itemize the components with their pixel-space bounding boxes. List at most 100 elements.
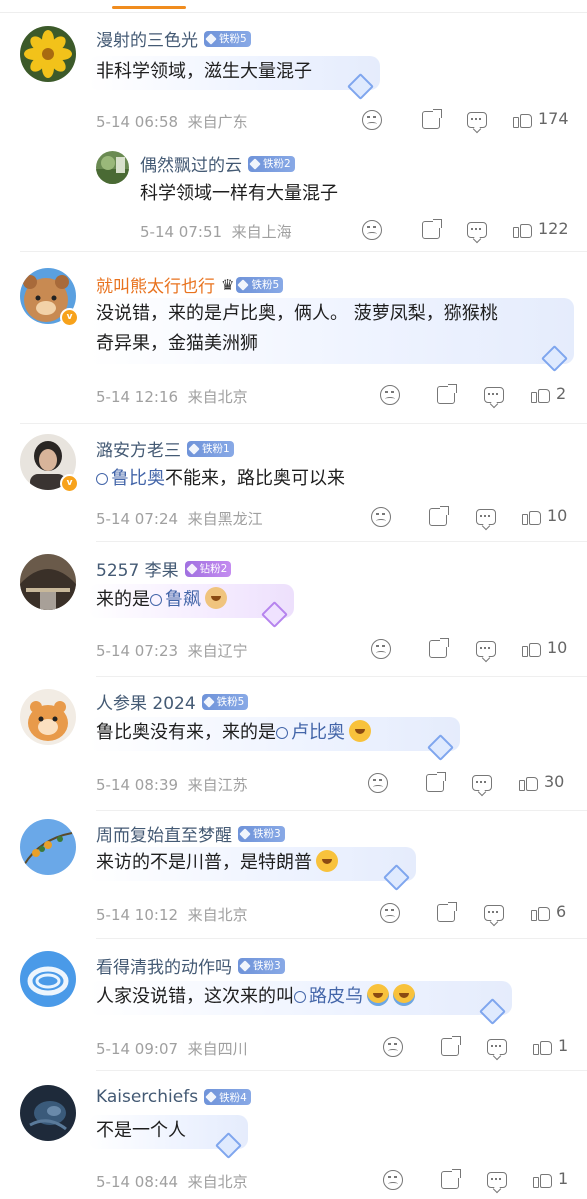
like-count: 1	[558, 1036, 569, 1055]
crown-icon: ♛	[221, 275, 235, 294]
sad-face-icon	[362, 110, 382, 130]
share-button[interactable]	[441, 1036, 461, 1056]
share-icon	[422, 109, 442, 129]
diamond-icon	[383, 864, 410, 891]
like-count: 30	[544, 772, 565, 791]
username[interactable]: 周而复始直至梦醒 铁粉3	[96, 821, 285, 846]
dislike-button[interactable]	[371, 507, 391, 527]
avatar[interactable]	[20, 689, 76, 745]
sad-face-icon	[362, 220, 382, 240]
comment-text: 来访的不是川普，是特朗普	[96, 850, 338, 876]
username[interactable]: 潞安方老三 铁粉1	[96, 436, 234, 461]
dislike-button[interactable]	[368, 773, 388, 793]
comment-icon	[472, 775, 492, 791]
share-button[interactable]	[437, 902, 457, 922]
share-button[interactable]	[429, 638, 449, 658]
comment-button[interactable]	[487, 1172, 507, 1188]
share-button[interactable]	[426, 772, 446, 792]
like-button[interactable]: 122	[513, 219, 569, 238]
comment-button[interactable]	[467, 112, 487, 128]
share-button[interactable]	[429, 506, 449, 526]
search-icon	[294, 991, 306, 1003]
comment-button[interactable]	[467, 222, 487, 238]
username[interactable]: 漫射的三色光 铁粉5	[96, 26, 251, 51]
sad-face-icon	[383, 1170, 403, 1190]
sad-face-icon	[368, 773, 388, 793]
comment-button[interactable]	[484, 387, 504, 403]
comment-text: 不是一个人	[96, 1120, 186, 1141]
share-button[interactable]	[437, 384, 457, 404]
comment-meta: 5-14 08:39 来自江苏	[96, 776, 248, 794]
username[interactable]: Kaiserchiefs 铁粉4	[96, 1087, 251, 1107]
comment-item: v 就叫熊太行也行 ♛ 铁粉5 没说错，来的是卢比奥，俩人。 菠萝凤梨，猕猴桃 奇异…	[0, 252, 587, 424]
gem-icon	[205, 32, 217, 45]
avatar[interactable]	[20, 951, 76, 1007]
topic-link[interactable]: 卢比奥	[276, 722, 345, 743]
comment-icon	[487, 1172, 507, 1188]
like-button[interactable]: 30	[519, 772, 564, 791]
666-emoji-icon	[349, 720, 371, 742]
topic-link[interactable]: 鲁飙	[150, 589, 201, 610]
share-button[interactable]	[441, 1169, 461, 1189]
avatar[interactable]	[96, 151, 129, 184]
diamond-icon	[427, 734, 454, 761]
dislike-button[interactable]	[362, 220, 382, 240]
thumbs-up-icon	[522, 639, 541, 657]
diamond-icon	[347, 73, 374, 100]
comment-item: Kaiserchiefs 铁粉4 不是一个人 5-14 08:44 来自北京 1	[0, 1071, 587, 1199]
dislike-button[interactable]	[362, 110, 382, 130]
avatar[interactable]	[20, 26, 76, 82]
like-button[interactable]: 174	[513, 109, 569, 128]
avatar[interactable]	[20, 1085, 76, 1141]
fan-badge: 铁粉4	[204, 1089, 251, 1105]
dislike-button[interactable]	[380, 903, 400, 923]
comment-text: 鲁比奥没有来，来的是 卢比奥	[96, 720, 371, 746]
comment-text: 人家没说错，这次来的叫 路皮乌	[96, 984, 415, 1010]
comment-button[interactable]	[476, 641, 496, 657]
like-button[interactable]: 2	[531, 384, 566, 403]
username[interactable]: 偶然飘过的云 铁粉2	[140, 151, 295, 176]
sad-face-icon	[383, 1037, 403, 1057]
share-button[interactable]	[422, 109, 442, 129]
dislike-button[interactable]	[371, 639, 391, 659]
comment-item: 人参果 2024 铁粉5 鲁比奥没有来，来的是 卢比奥 5-14 08:39 来自江…	[0, 677, 587, 811]
laugh-emoji-icon	[316, 850, 338, 872]
like-button[interactable]: 10	[522, 506, 567, 525]
comment-meta: 5-14 08:44 来自北京	[96, 1173, 248, 1191]
share-icon	[426, 772, 446, 792]
like-count: 122	[538, 219, 569, 238]
reply-item: 偶然飘过的云 铁粉2 科学领域一样有大量混子 5-14 07:51 来自上海 12…	[0, 138, 587, 252]
gem-icon	[203, 695, 215, 708]
comment-button[interactable]	[487, 1039, 507, 1055]
comment-icon	[476, 509, 496, 525]
like-button[interactable]: 6	[531, 902, 566, 921]
avatar[interactable]	[20, 554, 76, 610]
dislike-button[interactable]	[383, 1037, 403, 1057]
like-button[interactable]: 10	[522, 638, 567, 657]
gem-icon	[237, 278, 250, 291]
like-button[interactable]: 1	[533, 1036, 568, 1055]
comment-button[interactable]	[472, 775, 492, 791]
username[interactable]: 看得清我的动作吗 铁粉3	[96, 953, 285, 978]
comment-meta: 5-14 06:58 来自广东	[96, 113, 248, 131]
like-button[interactable]: 1	[533, 1169, 568, 1188]
comment-button[interactable]	[476, 509, 496, 525]
username[interactable]: 人参果 2024 铁粉5	[96, 689, 249, 714]
comment-meta: 5-14 12:16 来自北京	[96, 388, 248, 406]
laugh-cry-emoji-icon	[367, 984, 389, 1006]
topic-link[interactable]: 鲁比奥	[96, 468, 165, 489]
share-button[interactable]	[422, 219, 442, 239]
comment-button[interactable]	[484, 905, 504, 921]
comment-text: 非科学领域，滋生大量混子	[96, 61, 312, 82]
share-icon	[441, 1169, 461, 1189]
dislike-button[interactable]	[383, 1170, 403, 1190]
fan-badge: 铁粉3	[238, 825, 285, 842]
username[interactable]: 5257 李果 钻粉2	[96, 556, 232, 581]
dislike-button[interactable]	[380, 385, 400, 405]
username[interactable]: 就叫熊太行也行 ♛ 铁粉5	[96, 272, 284, 297]
avatar[interactable]	[20, 819, 76, 875]
sad-face-icon	[380, 903, 400, 923]
topic-link[interactable]: 路皮乌	[294, 986, 363, 1007]
gem-icon	[239, 959, 251, 972]
comment-icon	[476, 641, 496, 657]
